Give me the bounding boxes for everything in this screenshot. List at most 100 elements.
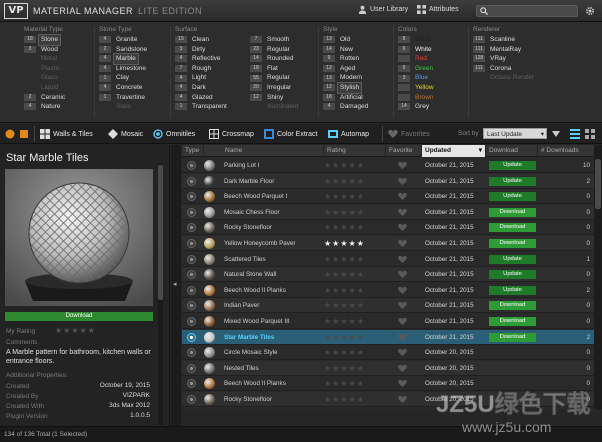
filter-item[interactable]: 3 Blue	[398, 73, 464, 83]
filter-item[interactable]: 2 Sandstone	[99, 45, 167, 55]
rating-stars[interactable]: ★★★★★	[324, 392, 365, 407]
user-library-button[interactable]: User Library	[370, 6, 408, 13]
rating-star[interactable]: ★	[357, 364, 365, 373]
rating-star[interactable]: ★	[324, 208, 332, 217]
table-row[interactable]: Nested Tiles ★★★★★ October 20, 2015 0	[182, 360, 594, 376]
rating-stars[interactable]: ★★★★★	[324, 205, 365, 220]
mosaic-button[interactable]: Mosaic	[108, 128, 143, 140]
column-download[interactable]: Download	[486, 145, 538, 157]
table-row[interactable]: Rocky Stonefloor ★★★★★ October 20, 2015 0	[182, 392, 594, 408]
filter-item[interactable]: 14 Grey	[398, 102, 464, 112]
preview-scrollbar[interactable]	[158, 163, 163, 425]
column-downloads[interactable]: # Downloads	[538, 145, 594, 157]
rating-star[interactable]: ★	[349, 317, 357, 326]
filter-item[interactable]: 12 Aged	[323, 64, 389, 74]
favorite-heart-icon[interactable]	[398, 348, 407, 357]
filter-item[interactable]: 8 Black	[398, 35, 464, 45]
rating-stars[interactable]: ★★★★★	[324, 345, 365, 360]
rating-stars[interactable]: ★★★★★	[324, 236, 365, 251]
scrollbar-thumb[interactable]	[158, 165, 163, 300]
rating-star[interactable]: ★	[340, 177, 348, 186]
filter-item[interactable]: 3 Dirty	[175, 45, 247, 55]
rating-stars[interactable]: ★★★★★	[324, 314, 365, 329]
filter-item[interactable]: 14 Rounded	[250, 54, 316, 64]
column-updated[interactable]: Updated ▾	[422, 145, 486, 157]
table-row[interactable]: Star Marble Tiles ★★★★★ October 21, 2015 Do…	[182, 329, 594, 345]
table-row[interactable]: Dark Marble Floor ★★★★★ October 21, 2015 Up…	[182, 173, 594, 189]
rating-star[interactable]: ★	[357, 301, 365, 310]
download-button[interactable]: Download	[489, 207, 536, 217]
rating-star[interactable]: ★	[340, 379, 348, 388]
favorites-button[interactable]: Favorites	[388, 128, 430, 140]
rating-star[interactable]: ★	[324, 223, 332, 232]
download-button[interactable]: Download	[489, 317, 536, 326]
download-button[interactable]: Download	[489, 223, 536, 233]
rating-star[interactable]: ★	[357, 348, 365, 357]
crossmap-button[interactable]: Crossmap	[209, 128, 254, 140]
table-row[interactable]: Mixed Wood Parquet III ★★★★★ October 21, 2…	[182, 314, 594, 330]
rating-star[interactable]: ★	[349, 348, 357, 357]
column-rating[interactable]: Rating	[324, 145, 386, 157]
gear-icon[interactable]	[585, 6, 595, 16]
rating-stars[interactable]: ★★★★★	[324, 174, 365, 189]
filter-item[interactable]: Red	[398, 54, 464, 64]
filter-item[interactable]: 13 Modern	[323, 73, 389, 83]
omnitiles-button[interactable]: Omnitiles	[153, 128, 195, 140]
sort-direction-icon[interactable]	[551, 129, 561, 139]
filter-item[interactable]: 1 Travertine	[99, 93, 167, 103]
rating-stars[interactable]: ★★★★★	[324, 283, 365, 298]
rating-star[interactable]: ★	[357, 333, 365, 342]
filter-item[interactable]: 18 Artificial	[323, 93, 389, 103]
rating-star[interactable]: ★	[324, 317, 332, 326]
rating-star[interactable]: ★	[349, 364, 357, 373]
rating-star[interactable]: ★	[357, 286, 365, 295]
rating-stars[interactable]: ★★★★★	[324, 361, 365, 376]
favorite-heart-icon[interactable]	[398, 333, 407, 342]
download-button[interactable]: Download	[5, 312, 153, 321]
filter-item[interactable]: 111 Corona	[473, 64, 543, 74]
favorite-heart-icon[interactable]	[398, 270, 407, 279]
attributes-button[interactable]: Attributes	[429, 6, 459, 13]
rating-star[interactable]: ★	[340, 395, 348, 404]
rating-star[interactable]: ★	[357, 208, 365, 217]
rating-star[interactable]: ★	[357, 317, 365, 326]
filter-item[interactable]: 4 Dark	[175, 83, 247, 93]
rating-star[interactable]: ★	[324, 364, 332, 373]
favorite-heart-icon[interactable]	[398, 317, 407, 326]
favorite-heart-icon[interactable]	[398, 364, 407, 373]
table-row[interactable]: Beech Wood Parquet I ★★★★★ October 21, 201…	[182, 189, 594, 205]
list-view-icon[interactable]	[570, 129, 580, 139]
download-button[interactable]: Download	[489, 301, 536, 311]
rating-star[interactable]: ★	[349, 208, 357, 217]
sort-by-select[interactable]: Last Update ▾	[483, 128, 547, 139]
table-row[interactable]: Natural Stone Wall ★★★★★ October 21, 2015 U…	[182, 267, 594, 283]
rating-star[interactable]: ★	[324, 379, 332, 388]
rating-star[interactable]: ★	[324, 286, 332, 295]
rating-star[interactable]: ★	[357, 177, 365, 186]
filter-item[interactable]: 12 Stylish	[323, 82, 389, 94]
automap-button[interactable]: Automap	[328, 128, 369, 140]
filter-item[interactable]: 1 Transparent	[175, 102, 247, 112]
table-row[interactable]: Beech Wood II Planks ★★★★★ October 20, 201…	[182, 376, 594, 392]
rating-star[interactable]: ★	[340, 161, 348, 170]
filter-item[interactable]: 4 Reflective	[175, 54, 247, 64]
rating-star[interactable]: ★	[340, 223, 348, 232]
filter-item[interactable]: 18 Stone	[24, 34, 92, 46]
scrollbar-thumb[interactable]	[595, 159, 601, 209]
filter-item[interactable]: Brown	[398, 93, 464, 103]
filter-item[interactable]: Yellow	[398, 83, 464, 93]
rating-stars[interactable]: ★★★★★	[324, 252, 365, 267]
column-type[interactable]: Type	[182, 145, 204, 157]
table-row[interactable]: Yellow Honeycomb Paver ★★★★★ October 21, 2…	[182, 236, 594, 252]
rating-stars[interactable]: ★★★★★	[324, 298, 365, 313]
filter-item[interactable]: 7 Smooth	[250, 35, 316, 45]
grid-view-icon[interactable]	[585, 129, 595, 139]
rating-stars[interactable]: ★★★★★	[324, 330, 365, 345]
filter-item[interactable]: 7 Rough	[175, 64, 247, 74]
rating-star[interactable]: ★	[357, 395, 365, 404]
cube-icon[interactable]	[19, 129, 29, 139]
filter-item[interactable]: 128 VRay	[473, 54, 543, 64]
table-row[interactable]: Circle Mosaic Style ★★★★★ October 20, 2015…	[182, 345, 594, 361]
rating-star[interactable]: ★	[357, 239, 365, 248]
rating-star[interactable]: ★	[349, 379, 357, 388]
